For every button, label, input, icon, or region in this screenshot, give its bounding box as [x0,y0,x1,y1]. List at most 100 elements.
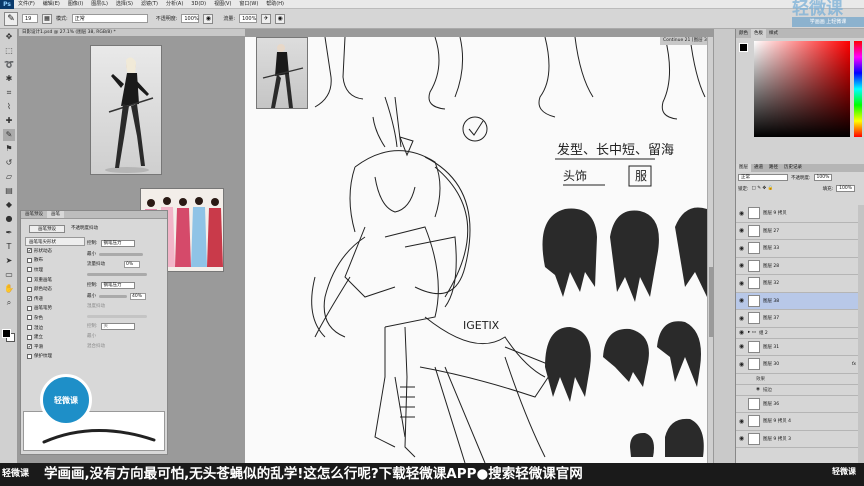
brush-setting-item[interactable]: ✔ 平滑 [25,342,85,352]
tab-paths[interactable]: 路径 [766,164,781,172]
dodge-tool-icon[interactable]: ● [3,213,15,225]
layer-row[interactable]: ◉ 图层 37 [736,310,858,328]
pressure-opacity-icon[interactable]: ◉ [203,13,214,24]
brush-setting-item[interactable]: 纹理 [25,265,85,275]
tab-styles[interactable]: 样式 [766,29,781,38]
crop-tool-icon[interactable]: ⌗ [3,87,15,99]
eye-icon[interactable]: ◉ [756,387,760,392]
quick-select-tool-icon[interactable]: ✱ [3,73,15,85]
eraser-tool-icon[interactable]: ▱ [3,171,15,183]
checkbox[interactable] [27,325,32,331]
layer-row[interactable]: ◉ 图层 30 fx [736,356,858,374]
color-picker-field[interactable] [754,41,850,137]
document-tab[interactable]: 日影设计1.psd @ 27.1% (图层 38, RGB/8) * [19,29,245,37]
checkbox[interactable] [27,286,32,292]
brush-setting-item[interactable]: 杂色 [25,313,85,323]
eye-icon[interactable]: ◉ [738,343,745,350]
tab-layers[interactable]: 图层 [736,164,751,172]
eye-icon[interactable]: ◉ [738,361,745,368]
eye-icon[interactable]: ◉ [738,280,745,287]
checkbox[interactable] [27,267,32,273]
menu-layer[interactable]: 图层(L) [87,0,112,9]
brush-panel-toggle-icon[interactable]: ▦ [42,13,52,24]
layer-opacity-field[interactable]: 100% [813,174,833,181]
eye-icon[interactable]: ◉ [738,227,745,234]
brush-setting-item[interactable]: 散布 [25,256,85,266]
blur-tool-icon[interactable]: ◆ [3,199,15,211]
lock-icons[interactable]: □ ✎ ✥ 🔒 [752,186,774,191]
checkbox[interactable] [27,257,32,263]
layer-row[interactable]: ◉ 图层 32 [736,275,858,293]
wetness-slider[interactable] [87,314,147,318]
tab-swatches[interactable]: 色板 [751,29,766,38]
brush-setting-item[interactable]: 湿边 [25,323,85,333]
layer-row[interactable]: ◉ 图层 27 [736,223,858,240]
pressure-size-icon[interactable]: ◉ [275,13,286,24]
brush-setting-item[interactable]: 画笔笔势 [25,304,85,314]
tab-brush[interactable]: 画笔 [47,211,64,218]
type-tool-icon[interactable]: T [3,241,15,253]
flow-field[interactable]: 100% [239,14,258,23]
eye-icon[interactable]: ◉ [738,435,745,442]
checkbox[interactable] [27,305,32,311]
tab-channels[interactable]: 通道 [751,164,766,172]
document-tab-secondary[interactable]: Continue 21 [图层 3] [660,37,714,45]
color-panel-foreground-swatch[interactable] [739,43,748,52]
opacity-field[interactable]: 100% [181,14,200,23]
menu-file[interactable]: 文件(F) [14,0,39,9]
brush-setting-item[interactable]: ✔ 传递 [25,294,85,304]
brush-presets-button[interactable]: 画笔预设 [29,225,65,233]
airbrush-icon[interactable]: ✈ [261,13,272,24]
control-select-3[interactable]: 关 [100,322,135,330]
layer-row[interactable]: ◉ 图层 33 [736,240,858,258]
menu-help[interactable]: 帮助(H) [262,0,288,9]
checkbox[interactable] [27,277,32,283]
control-select-2[interactable]: 钢笔压力 [100,281,135,289]
min-slider-2[interactable] [99,294,127,298]
brush-setting-item[interactable]: 颜色动态 [25,284,85,294]
brush-setting-item[interactable]: 双重画笔 [25,275,85,285]
marquee-tool-icon[interactable]: ⬚ [3,45,15,57]
history-brush-tool-icon[interactable]: ↺ [3,157,15,169]
checkbox[interactable]: ✔ [27,248,32,254]
eye-icon[interactable]: ◉ [738,245,745,252]
menu-filter[interactable]: 滤镜(T) [137,0,162,9]
eye-icon[interactable]: ◉ [738,315,745,322]
min-value-2[interactable]: 40% [130,292,146,300]
layer-row[interactable]: ◉ 图层 31 [736,339,858,356]
hand-tool-icon[interactable]: ✋ [3,283,15,295]
eye-icon[interactable]: ◉ [738,418,745,425]
eye-icon[interactable]: ◉ [738,329,745,336]
min-slider[interactable] [99,252,143,256]
hue-slider[interactable] [854,41,862,137]
brush-tip-shape-item[interactable]: 画笔笔尖形状 [25,237,85,246]
menu-edit[interactable]: 编辑(E) [39,0,64,9]
blend-mode-select[interactable]: 正常 [738,174,788,181]
fill-field[interactable]: 100% [836,185,855,192]
eye-icon[interactable]: ◉ [738,210,745,217]
drawing-canvas[interactable]: 发型、长中短、留海 头饰 服 IGETIX [245,37,707,463]
foreground-color-swatch[interactable] [2,329,11,338]
tab-brush-presets[interactable]: 画笔预设 [21,211,47,218]
brush-size-field[interactable]: 19 [22,14,38,23]
brush-tool-icon[interactable]: ✎ [4,11,18,26]
brush-setting-item[interactable]: ✔ 形状动态 [25,246,85,256]
menu-3d[interactable]: 3D(D) [187,0,210,9]
checkbox[interactable]: ✔ [27,344,32,350]
layer-group-row[interactable]: ◉ ▸ ▭ 组 2 [736,328,858,339]
path-select-tool-icon[interactable]: ➤ [3,255,15,267]
menu-analysis[interactable]: 分析(A) [162,0,187,9]
menu-image[interactable]: 图像(I) [64,0,87,9]
layer-effects-row[interactable]: 效果 [736,374,858,385]
menu-select[interactable]: 选择(S) [112,0,137,9]
checkbox[interactable] [27,334,32,340]
lasso-tool-icon[interactable]: ➰ [3,59,15,71]
layers-scrollbar[interactable] [858,205,864,463]
layer-effect-stroke-row[interactable]: ◉ 描边 [736,385,858,396]
layer-row-selected[interactable]: ◉ 图层 38 [736,292,858,310]
menu-window[interactable]: 窗口(W) [235,0,262,9]
flow-jitter-value[interactable]: 0% [124,260,140,268]
eye-icon[interactable]: ◉ [738,297,745,304]
zoom-tool-icon[interactable]: ⌕ [3,297,15,309]
fx-icon[interactable]: fx [852,362,856,367]
